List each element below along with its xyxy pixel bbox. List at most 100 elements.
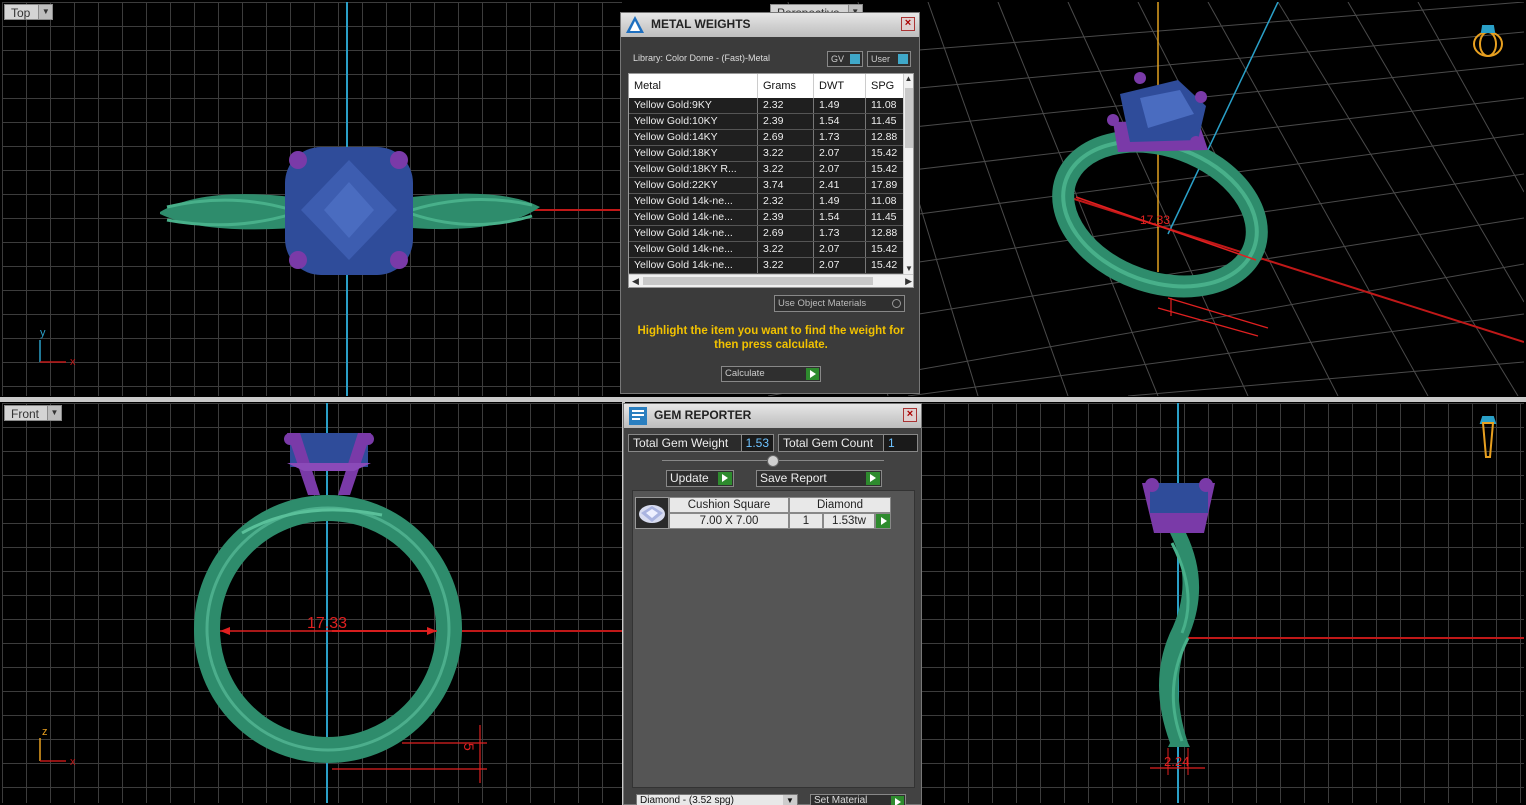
table-row[interactable]: Yellow Gold 14k-ne... 3.22 2.07 15.42 (629, 242, 905, 258)
scroll-right-icon[interactable]: ▶ (905, 275, 912, 287)
table-row[interactable]: Yellow Gold:18KY 3.22 2.07 15.42 (629, 146, 905, 162)
metal-table[interactable]: Metal Grams DWT SPG Yellow Gold:9KY 2.32 1… (628, 73, 914, 288)
splitter-handle[interactable] (767, 455, 779, 467)
table-header: Metal Grams DWT SPG (629, 74, 905, 98)
column-header[interactable]: DWT (814, 74, 866, 98)
gem-weight: 1.53tw (823, 513, 875, 529)
table-row[interactable]: Yellow Gold 14k-ne... 2.32 1.49 11.08 (629, 194, 905, 210)
table-row[interactable]: Yellow Gold 14k-ne... 2.69 1.73 12.88 (629, 226, 905, 242)
table-cell: 1.73 (814, 130, 866, 145)
set-material-button[interactable]: Set Material (810, 794, 906, 805)
table-cell: 11.45 (866, 114, 905, 129)
column-header[interactable]: Metal (629, 74, 758, 98)
use-object-materials-toggle[interactable]: Use Object Materials (774, 295, 905, 312)
chevron-down-icon[interactable]: ▼ (783, 795, 797, 805)
right-view-scene: 2.24 (1142, 403, 1524, 803)
play-icon (718, 472, 732, 485)
close-icon[interactable]: × (901, 17, 915, 31)
table-cell: 3.22 (758, 242, 814, 257)
panel-title-bar[interactable]: GEM REPORTER × (624, 404, 921, 428)
gem-reporter-panel: GEM REPORTER × Total Gem Weight 1.53 Tot… (623, 403, 922, 805)
scroll-up-icon[interactable]: ▲ (904, 74, 913, 84)
gem-shape: Cushion Square (669, 497, 789, 513)
viewport-divider-horizontal[interactable] (0, 397, 1526, 402)
calculate-label: Calculate (725, 368, 765, 379)
gem-thumbnail (635, 497, 669, 529)
table-cell: Yellow Gold 14k-ne... (629, 194, 758, 209)
table-cell: Yellow Gold:10KY (629, 114, 758, 129)
front-view-scene: 17.33 5 z x (39, 403, 622, 803)
table-row[interactable]: Yellow Gold:14KY 2.69 1.73 12.88 (629, 130, 905, 146)
list-item[interactable]: Cushion Square Diamond 7.00 X 7.00 1 1.5… (635, 493, 891, 529)
panel-title: GEM REPORTER (654, 408, 752, 422)
table-cell: Yellow Gold 14k-ne... (629, 226, 758, 241)
column-header[interactable]: Grams (758, 74, 814, 98)
table-row[interactable]: Yellow Gold:18KY R... 3.22 2.07 15.42 (629, 162, 905, 178)
viewport-label-text: Top (11, 6, 31, 20)
panel-title-bar[interactable]: METAL WEIGHTS × (621, 13, 919, 37)
horizontal-scrollbar[interactable]: ◀ ▶ (629, 274, 913, 287)
table-cell: Yellow Gold:18KY R... (629, 162, 758, 177)
update-label: Update (670, 471, 709, 485)
table-cell: Yellow Gold:18KY (629, 146, 758, 161)
save-report-label: Save Report (760, 471, 827, 485)
table-cell: 2.39 (758, 210, 814, 225)
gem-material: Diamond (789, 497, 891, 513)
axis-z-label: z (42, 726, 48, 738)
instruction-text: Highlight the item you want to find the … (637, 325, 905, 351)
viewport-label-front[interactable]: Front ▼ (4, 405, 63, 421)
set-material-label: Set Material (814, 795, 868, 805)
gv-toggle[interactable]: GV (827, 51, 863, 67)
viewport-label-text: Front (11, 407, 40, 421)
table-row[interactable]: Yellow Gold:10KY 2.39 1.54 11.45 (629, 114, 905, 130)
table-cell: 2.07 (814, 242, 866, 257)
table-cell: 1.54 (814, 114, 866, 129)
axis-y-label: y (40, 327, 46, 339)
vertical-scrollbar[interactable]: ▲ ▼ (903, 74, 913, 274)
scroll-down-icon[interactable]: ▼ (904, 264, 913, 274)
table-cell: 2.39 (758, 114, 814, 129)
axis-x-label: x (70, 356, 76, 368)
scroll-thumb[interactable] (643, 277, 873, 285)
library-label: Library: Color Dome - (Fast)-Metal (633, 53, 771, 63)
gem-size: 7.00 X 7.00 (669, 513, 789, 529)
save-report-button[interactable]: Save Report (756, 470, 882, 487)
metal-weights-icon (626, 16, 644, 33)
table-cell: 17.89 (866, 178, 905, 193)
table-cell: 2.07 (814, 258, 866, 273)
update-button[interactable]: Update (666, 470, 734, 487)
right-viewport[interactable]: 2.24 (920, 403, 1524, 803)
material-select[interactable]: Diamond - (3.52 spg) ▼ (636, 794, 798, 805)
table-row[interactable]: Yellow Gold 14k-ne... 2.39 1.54 11.45 (629, 210, 905, 226)
scroll-thumb[interactable] (905, 88, 913, 148)
top-view-scene: y x (39, 2, 622, 396)
chevron-down-icon[interactable]: ▼ (47, 406, 62, 420)
close-icon[interactable]: × (903, 408, 917, 422)
scroll-left-icon[interactable]: ◀ (632, 275, 639, 287)
total-gem-weight-label: Total Gem Weight (633, 436, 729, 450)
toggle-knob (850, 54, 860, 64)
calculate-button[interactable]: Calculate (721, 366, 821, 382)
table-cell: 1.54 (814, 210, 866, 225)
table-cell: 12.88 (866, 226, 905, 241)
table-row[interactable]: Yellow Gold:9KY 2.32 1.49 11.08 (629, 98, 905, 114)
panel-title: METAL WEIGHTS (651, 17, 751, 31)
table-body: Yellow Gold:9KY 2.32 1.49 11.08 Yellow Gold:… (629, 98, 905, 274)
table-row[interactable]: Yellow Gold 14k-ne... 3.22 2.07 15.42 (629, 258, 905, 274)
user-toggle[interactable]: User (867, 51, 911, 67)
metal-weights-panel: METAL WEIGHTS × Library: Color Dome - (F… (620, 12, 920, 394)
table-cell: 2.07 (814, 146, 866, 161)
gem-list: Cushion Square Diamond 7.00 X 7.00 1 1.5… (632, 490, 915, 788)
table-row[interactable]: Yellow Gold:22KY 3.74 2.41 17.89 (629, 178, 905, 194)
total-gem-count: Total Gem Count 1 (778, 434, 918, 452)
gem-details-button[interactable] (875, 513, 891, 529)
top-viewport[interactable]: y x Top ▼ (2, 2, 622, 396)
column-header[interactable]: SPG (866, 74, 905, 98)
chevron-down-icon[interactable]: ▼ (38, 5, 53, 19)
front-viewport[interactable]: 17.33 5 z x Front ▼ (2, 403, 622, 803)
viewport-label-top[interactable]: Top ▼ (4, 4, 54, 20)
total-gem-count-label: Total Gem Count (783, 436, 874, 450)
gem-quantity: 1 (789, 513, 823, 529)
table-cell: Yellow Gold 14k-ne... (629, 210, 758, 225)
material-select-value: Diamond - (3.52 spg) (640, 795, 734, 805)
